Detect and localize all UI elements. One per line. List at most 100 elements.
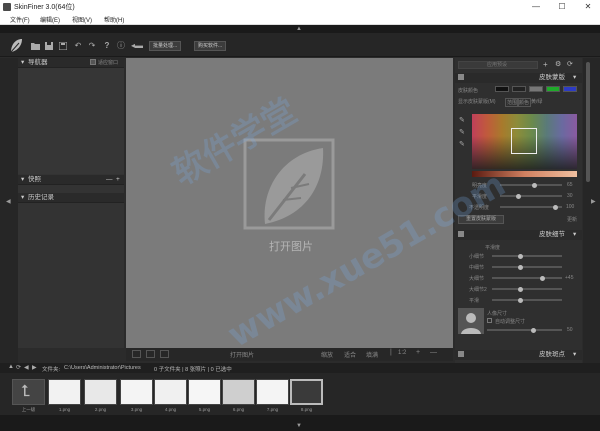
batch-process-button[interactable]: 批量处理... — [149, 41, 182, 51]
nav-up-icon[interactable]: ▲ — [8, 364, 14, 370]
mask-option-color[interactable]: 颜色 — [517, 98, 532, 107]
folder-open-icon[interactable] — [31, 42, 40, 50]
buy-software-button[interactable]: 购买软件... — [194, 41, 227, 51]
side-by-side-icon[interactable] — [160, 350, 169, 358]
thumbnail-6[interactable] — [222, 379, 255, 405]
close-button[interactable]: ✕ — [578, 0, 598, 14]
save-as-icon[interactable] — [59, 42, 67, 50]
maximize-button[interactable]: ☐ — [552, 0, 572, 14]
slider-knob-large-detail-2[interactable] — [517, 286, 523, 292]
color-swatch-green[interactable] — [546, 86, 560, 92]
slider-track-smooth[interactable] — [492, 297, 562, 303]
show-mask-label[interactable]: 显示皮肤蒙版(M) — [458, 98, 496, 105]
menu-help[interactable]: 帮助(H) — [104, 15, 124, 24]
section-toggle-icon[interactable] — [458, 351, 464, 357]
zoom-out-icon[interactable]: — — [430, 349, 437, 356]
save-icon[interactable] — [45, 42, 53, 50]
thumbnail-5[interactable] — [188, 379, 221, 405]
color-picker-marker[interactable] — [511, 128, 537, 154]
eyedropper-remove-icon[interactable]: ✎ — [459, 140, 465, 148]
thumbnail-3[interactable] — [120, 379, 153, 405]
collapse-up-icon[interactable]: ▲ — [296, 25, 302, 33]
redo-icon[interactable]: ↷ — [87, 41, 97, 51]
navigator-preview[interactable] — [18, 68, 124, 174]
slider-track-brightness[interactable] — [500, 182, 562, 188]
fit-button[interactable]: 适合 — [344, 350, 356, 359]
slider-knob-medium-detail[interactable] — [517, 264, 523, 270]
fill-button[interactable]: 填满 — [366, 350, 378, 359]
history-list[interactable] — [18, 204, 124, 348]
help-icon[interactable]: ? — [102, 41, 112, 51]
fit-window-checkbox[interactable] — [90, 59, 96, 65]
slider-knob-large-detail[interactable] — [539, 275, 545, 281]
snapshot-header[interactable]: ▾ 快照 — + — [18, 175, 124, 185]
thumbnail-2[interactable] — [84, 379, 117, 405]
thumbnail-7[interactable] — [256, 379, 289, 405]
slider-track-large-detail[interactable] — [492, 275, 562, 281]
auto-resize-label[interactable]: 自动调整尺寸 — [495, 318, 525, 325]
update-label[interactable]: 更新 — [567, 216, 577, 223]
preset-select[interactable]: 应用预设 — [458, 61, 538, 69]
color-swatch-gray[interactable] — [529, 86, 543, 92]
parent-folder-button[interactable]: ⮤ — [12, 379, 45, 405]
collapse-left-icon[interactable]: ◀ — [6, 198, 11, 206]
slider-knob-portrait-size[interactable] — [531, 327, 536, 333]
nav-forward-icon[interactable]: ▶ — [32, 364, 37, 371]
minimize-button[interactable]: — — [526, 0, 546, 14]
skin-detail-header[interactable]: 皮肤细节 ▾ — [455, 230, 582, 240]
add-preset-icon[interactable]: + — [543, 60, 548, 69]
thumbnail-8-selected[interactable] — [290, 379, 323, 405]
collapse-down-icon[interactable]: ▼ — [296, 422, 302, 430]
gear-icon[interactable]: ⚙ — [555, 60, 561, 68]
nav-refresh-icon[interactable]: ⟳ — [16, 364, 21, 371]
undo-icon[interactable]: ↶ — [73, 41, 83, 51]
eyedropper-add-icon[interactable]: ✎ — [459, 128, 465, 136]
nav-back-icon[interactable]: ◀ — [24, 364, 29, 371]
thumbnail-1[interactable] — [48, 379, 81, 405]
menu-view[interactable]: 视图(V) — [72, 15, 92, 24]
split-view-icon[interactable] — [146, 350, 155, 358]
slider-knob-smooth[interactable] — [517, 297, 523, 303]
color-swatch-black[interactable] — [495, 86, 509, 92]
slider-knob-smoothness[interactable] — [516, 193, 522, 199]
slider-track-portrait-size[interactable] — [487, 327, 562, 333]
menu-edit[interactable]: 编辑(E) — [40, 15, 60, 24]
history-header[interactable]: ▾ 历史记录 — [18, 193, 124, 203]
left-collapse-strip[interactable]: ◀ — [0, 58, 18, 363]
open-image-label[interactable]: 打开图片 — [256, 238, 326, 254]
right-collapse-strip[interactable]: ▶ — [583, 58, 600, 363]
slider-track-small-detail[interactable] — [492, 253, 562, 259]
auto-resize-checkbox[interactable] — [487, 318, 492, 323]
compare-icon[interactable]: ◂▬ — [131, 41, 143, 51]
thumbnail-4[interactable] — [154, 379, 187, 405]
scrollbar-thumb[interactable] — [586, 62, 590, 182]
mask-option-yellow-green[interactable]: 黄/绿 — [531, 98, 542, 105]
eyedropper-icon[interactable]: ✎ — [459, 116, 465, 124]
color-swatch-dark[interactable] — [512, 86, 526, 92]
single-view-icon[interactable] — [132, 350, 141, 358]
zoom-slider-icon[interactable]: | — [390, 349, 392, 356]
slider-track-opacity[interactable] — [500, 204, 562, 210]
folder-path[interactable]: C:\Users\Administrator\Pictures — [64, 365, 141, 371]
top-collapse-strip[interactable]: ▲ — [0, 25, 600, 33]
color-swatch-blue[interactable] — [563, 86, 577, 92]
navigator-header[interactable]: ▾ 导航器 适应窗口 — [18, 58, 124, 68]
collapse-right-icon[interactable]: ▶ — [591, 198, 596, 206]
skin-blemish-header[interactable]: 皮肤斑点 ▾ — [455, 350, 582, 360]
add-snapshot-button[interactable]: + — [116, 175, 120, 185]
zoom-button[interactable]: 缩放 — [321, 350, 333, 359]
slider-track-medium-detail[interactable] — [492, 264, 562, 270]
section-toggle-icon[interactable] — [458, 231, 464, 237]
refresh-icon[interactable]: ⟳ — [567, 60, 573, 68]
remove-snapshot-button[interactable]: — — [106, 175, 113, 185]
skin-color-picker[interactable] — [472, 114, 577, 169]
slider-knob-brightness[interactable] — [531, 182, 537, 188]
info-icon[interactable]: ⓘ — [116, 41, 126, 51]
slider-knob-opacity[interactable] — [553, 204, 559, 210]
skin-color-header[interactable]: 皮肤蒙版 ▾ — [455, 73, 582, 83]
slider-knob-small-detail[interactable] — [517, 253, 523, 259]
section-toggle-icon[interactable] — [458, 74, 464, 80]
zoom-in-icon[interactable]: + — [416, 349, 420, 356]
slider-track-large-detail-2[interactable] — [492, 286, 562, 292]
menu-file[interactable]: 文件(F) — [10, 15, 30, 24]
